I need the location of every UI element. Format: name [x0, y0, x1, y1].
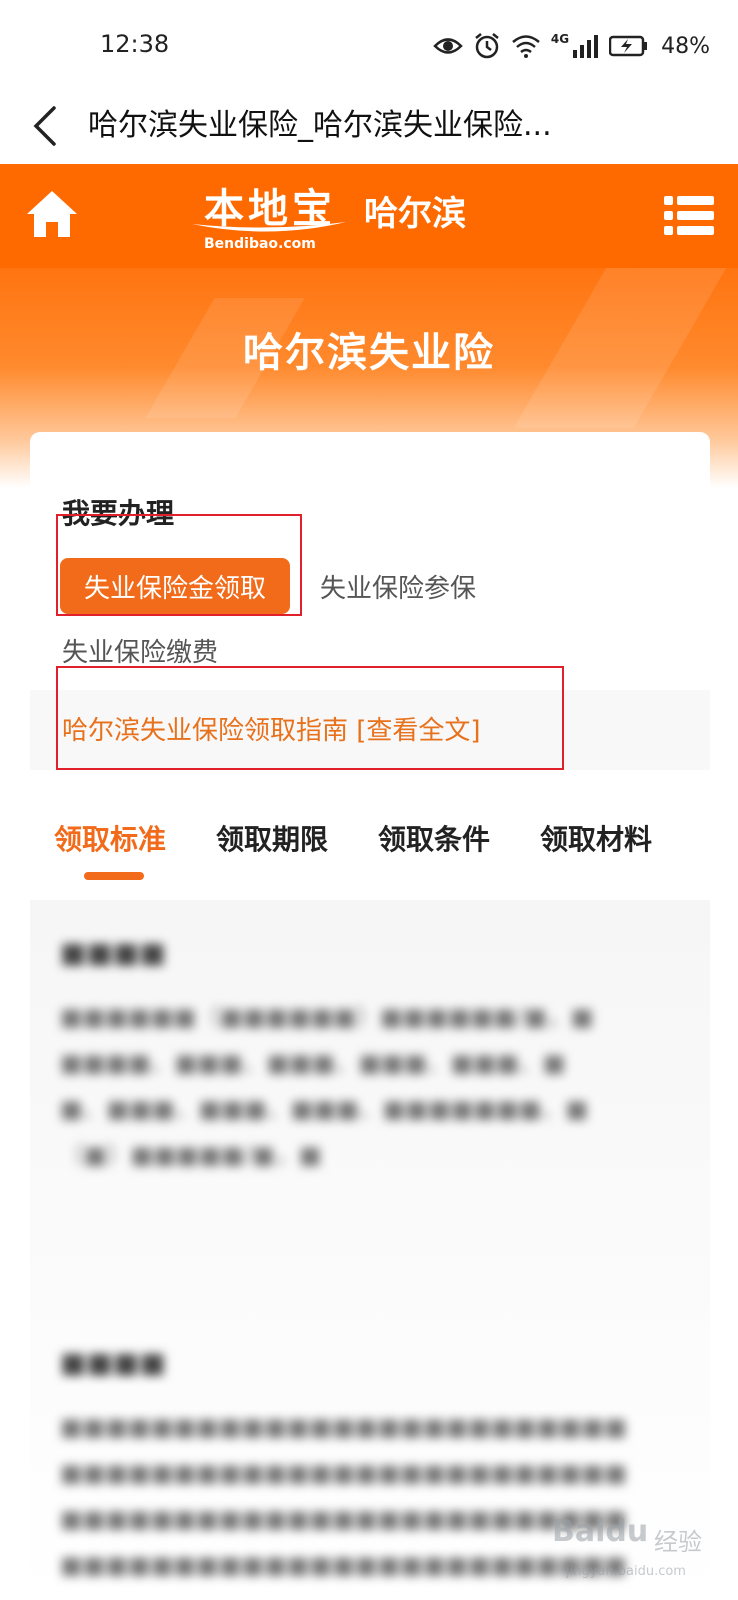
- status-bar: 12:38 4G 48%: [0, 0, 738, 90]
- tab-conditions[interactable]: 领取条件: [378, 818, 490, 858]
- insurance-payment-link[interactable]: 失业保险缴费: [62, 632, 218, 669]
- tab-period[interactable]: 领取期限: [216, 818, 328, 858]
- active-tab-indicator: [84, 872, 144, 880]
- page-title: 哈尔滨失业保险_哈尔滨失业保险...: [88, 108, 552, 143]
- home-icon[interactable]: [24, 188, 80, 240]
- eye-icon: [433, 38, 463, 54]
- wifi-icon: [512, 35, 540, 58]
- signal-icon: [573, 35, 599, 58]
- alarm-icon: [475, 33, 499, 59]
- site-header: 本地宝 Bendibao.com 哈尔滨: [0, 164, 738, 268]
- logo-domain: Bendibao.com: [204, 236, 316, 252]
- tab-materials[interactable]: 领取材料: [540, 818, 652, 858]
- browser-title-bar: 哈尔滨失业保险_哈尔滨失业保险...: [0, 90, 738, 164]
- watermark-brand: Baidu: [552, 1514, 649, 1549]
- insurance-enroll-link[interactable]: 失业保险参保: [320, 568, 476, 605]
- battery-level: 48%: [661, 33, 710, 59]
- annotation-box: [56, 666, 564, 770]
- watermark-cn: 经验: [654, 1528, 702, 1556]
- menu-icon[interactable]: [664, 194, 714, 238]
- content-heading-blurred: ■■■■: [60, 1346, 166, 1379]
- banner-title: 哈尔滨失业险: [243, 330, 495, 376]
- network-type: 4G: [550, 32, 570, 46]
- site-logo[interactable]: 本地宝 Bendibao.com: [190, 176, 350, 260]
- back-arrow-icon[interactable]: [26, 102, 66, 150]
- tab-content: ■■■■ ■■■■■■（■■■■■■）■■■■■■/■，■ ■■■■、■■■、■■…: [30, 900, 710, 1600]
- annotation-box: [56, 514, 302, 616]
- baidu-jingyan-watermark: Baidu 经验 jingyan.baidu.com: [552, 1508, 722, 1588]
- status-icons: 4G 48%: [433, 30, 710, 62]
- city-name[interactable]: 哈尔滨: [364, 186, 466, 235]
- battery-icon: [609, 35, 648, 57]
- tab-standard[interactable]: 领取标准: [54, 818, 166, 858]
- status-time: 12:38: [100, 30, 170, 58]
- content-paragraph-blurred: ■■■■■■（■■■■■■）■■■■■■/■，■ ■■■■、■■■、■■■、■■■…: [60, 1003, 594, 1169]
- content-heading-blurred: ■■■■: [60, 936, 166, 969]
- watermark-url: jingyan.baidu.com: [566, 1564, 686, 1579]
- tab-bar: 领取标准 领取期限 领取条件 领取材料: [0, 810, 738, 886]
